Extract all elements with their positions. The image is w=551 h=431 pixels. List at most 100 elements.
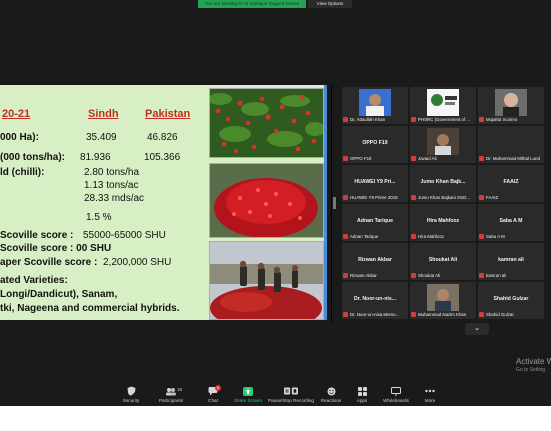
- participant-display-name: Shoukat Ali: [428, 257, 458, 263]
- slide-scoville-label: aper Scoville score :: [0, 257, 98, 268]
- participant-tile[interactable]: Shoukat Ali Shoukat Ali: [410, 243, 476, 280]
- more-icon: [425, 389, 435, 393]
- participant-name: Shahid Gulzar: [486, 312, 514, 317]
- participant-display-name: FAAIZ: [503, 179, 519, 185]
- participant-tile[interactable]: Mujahid Scoimo: [478, 87, 544, 124]
- slide-varieties-line: ated Varieties:: [0, 275, 68, 286]
- participant-display-name: Dr. Noor-un-nis...: [353, 296, 397, 302]
- pause-stop-icon: [284, 387, 298, 395]
- participant-tile[interactable]: OPPO F19 OPPO F19: [342, 126, 408, 163]
- mic-muted-icon: [343, 195, 348, 201]
- pause-stop-recording-button[interactable]: Pause/Stop Recording: [268, 386, 314, 406]
- participant-tile[interactable]: kamran ali kamran ali: [478, 243, 544, 280]
- mic-muted-icon: [479, 273, 484, 279]
- participant-name: Adnan Tarique: [350, 234, 379, 239]
- slide-header-period: 20-21: [2, 108, 31, 120]
- participant-display-name: Shahid Gulzar: [493, 296, 529, 302]
- participant-display-name: Hira Mahfooz: [426, 218, 460, 224]
- participant-name: PHSRC (Government of ...: [418, 117, 470, 122]
- participant-tile[interactable]: Jumo Khan Bajk... Jumo Khan Bajkani SSO.…: [410, 165, 476, 202]
- participant-name: Hira Mahfooz: [418, 234, 445, 239]
- toolbar-label: Share Screen: [233, 398, 263, 403]
- participant-name: Dr. Muhammad Mithal Lund: [486, 156, 540, 161]
- gallery-next-page-button[interactable]: ⌄: [465, 323, 489, 335]
- participant-tile[interactable]: HUAWEI Y9 Pri... HUAWEI Y9 Prime 2019: [342, 165, 408, 202]
- slide-row-sindh-value: 2.80 tons/ha: [84, 167, 140, 178]
- mic-muted-icon: [411, 117, 416, 123]
- share-screen-icon: [243, 386, 253, 396]
- slide-yield-line: 1.13 tons/ac: [84, 180, 139, 191]
- toolbar-label: More: [424, 398, 436, 403]
- participant-name: Shoukat Ali: [418, 273, 440, 278]
- whiteboards-button[interactable]: Whiteboards: [379, 386, 413, 406]
- participant-tile[interactable]: FAAIZ FAAIZ: [478, 165, 544, 202]
- gallery-resize-handle[interactable]: [333, 197, 336, 209]
- toolbar-label: Participants: [158, 398, 183, 403]
- chat-button[interactable]: 5 Chat: [196, 385, 230, 406]
- participant-name: HUAWEI Y9 Prime 2019: [350, 195, 398, 200]
- participant-tile[interactable]: Dr. Muhammad Mithal Lund: [478, 126, 544, 163]
- participant-display-name: Rizwan Akbar: [358, 257, 392, 263]
- mic-muted-icon: [343, 156, 348, 162]
- participant-display-name: Adnan Tarique: [357, 218, 393, 224]
- chilli-market-photo: [209, 241, 324, 320]
- participant-tile[interactable]: Saba A M Saba A M: [478, 204, 544, 241]
- slide-row-pakistan-value: 105.366: [144, 152, 181, 163]
- mic-muted-icon: [411, 273, 416, 279]
- slide-edge: [324, 85, 327, 320]
- participant-name: Mujahid Scoimo: [486, 117, 518, 122]
- reactions-icon: [327, 387, 335, 395]
- participant-tile[interactable]: PHSRC (Government of ...: [410, 87, 476, 124]
- participant-tile[interactable]: Dr. Attaullah Khan: [342, 87, 408, 124]
- share-screen-button[interactable]: Share Screen: [231, 386, 265, 406]
- participant-display-name: Jumo Khan Bajk...: [420, 179, 466, 185]
- more-button[interactable]: More: [413, 386, 447, 406]
- view-options-button[interactable]: View Options: [308, 0, 352, 8]
- security-button[interactable]: Security: [114, 386, 148, 406]
- slide-row-pakistan-value: 46.826: [147, 132, 178, 143]
- reactions-button[interactable]: Reactions: [314, 386, 348, 406]
- viewing-screen-banner: You are viewing Dr M Siddique Dogar's sc…: [198, 0, 306, 8]
- slide-scoville-label: Scoville score : 00 SHU: [0, 243, 112, 254]
- apps-button[interactable]: Apps: [345, 386, 379, 406]
- chevron-down-icon: ⌄: [474, 325, 480, 332]
- slide-row-label: 000 Ha):: [0, 132, 39, 143]
- participant-tile[interactable]: Dr. Noor-un-nis... Dr. Noor-un-nisa Memo…: [342, 282, 408, 319]
- participant-name: FAAIZ: [486, 195, 499, 200]
- participants-icon: [166, 387, 176, 395]
- participant-name: Dr. Attaullah Khan: [350, 117, 386, 122]
- mic-muted-icon: [479, 156, 484, 162]
- mic-muted-icon: [343, 117, 348, 123]
- slide-varieties-line: tki, Nageena and commercial hybrids.: [0, 303, 180, 314]
- mic-muted-icon: [479, 234, 484, 240]
- participant-tile[interactable]: Javaid Ali: [410, 126, 476, 163]
- apps-icon: [357, 386, 367, 396]
- mic-muted-icon: [343, 273, 348, 279]
- participant-name: Jumo Khan Bajkani SSO...: [418, 195, 470, 200]
- participant-tile[interactable]: Shahid Gulzar Shahid Gulzar: [478, 282, 544, 319]
- mic-muted-icon: [411, 195, 416, 201]
- gallery-divider: [331, 85, 332, 322]
- participant-video: [427, 128, 459, 155]
- participant-tile[interactable]: Adnan Tarique Adnan Tarique: [342, 204, 408, 241]
- slide-yield-line: 28.33 mds/ac: [84, 193, 145, 204]
- participant-display-name: HUAWEI Y9 Pri...: [354, 179, 396, 185]
- red-chilli-heap-photo: [209, 163, 324, 238]
- participant-name: OPPO F19: [350, 156, 372, 161]
- slide-header-pakistan: Pakistan: [145, 108, 191, 120]
- mic-muted-icon: [479, 195, 484, 201]
- participant-name: kamran ali: [486, 273, 507, 278]
- slide-scoville-label: Scoville score :: [0, 230, 74, 241]
- participant-name: Saba A M: [486, 234, 505, 239]
- participant-tile[interactable]: Rizwan Akbar Rizwan Akbar: [342, 243, 408, 280]
- participant-name: Rizwan Akbar: [350, 273, 377, 278]
- activate-windows-subtext: Go to Setting: [516, 367, 546, 373]
- mic-muted-icon: [479, 312, 484, 318]
- participant-tile[interactable]: Muhammad Nazim Khan: [410, 282, 476, 319]
- participant-display-name: OPPO F19: [362, 140, 388, 146]
- participant-name: Javaid Ali: [418, 156, 437, 161]
- participant-name: Dr. Noor-un-nisa Memo...: [350, 312, 400, 317]
- participants-button[interactable]: 18 Participants: [154, 386, 188, 406]
- participant-count: 18: [177, 387, 183, 392]
- participant-tile[interactable]: Hira Mahfooz Hira Mahfooz: [410, 204, 476, 241]
